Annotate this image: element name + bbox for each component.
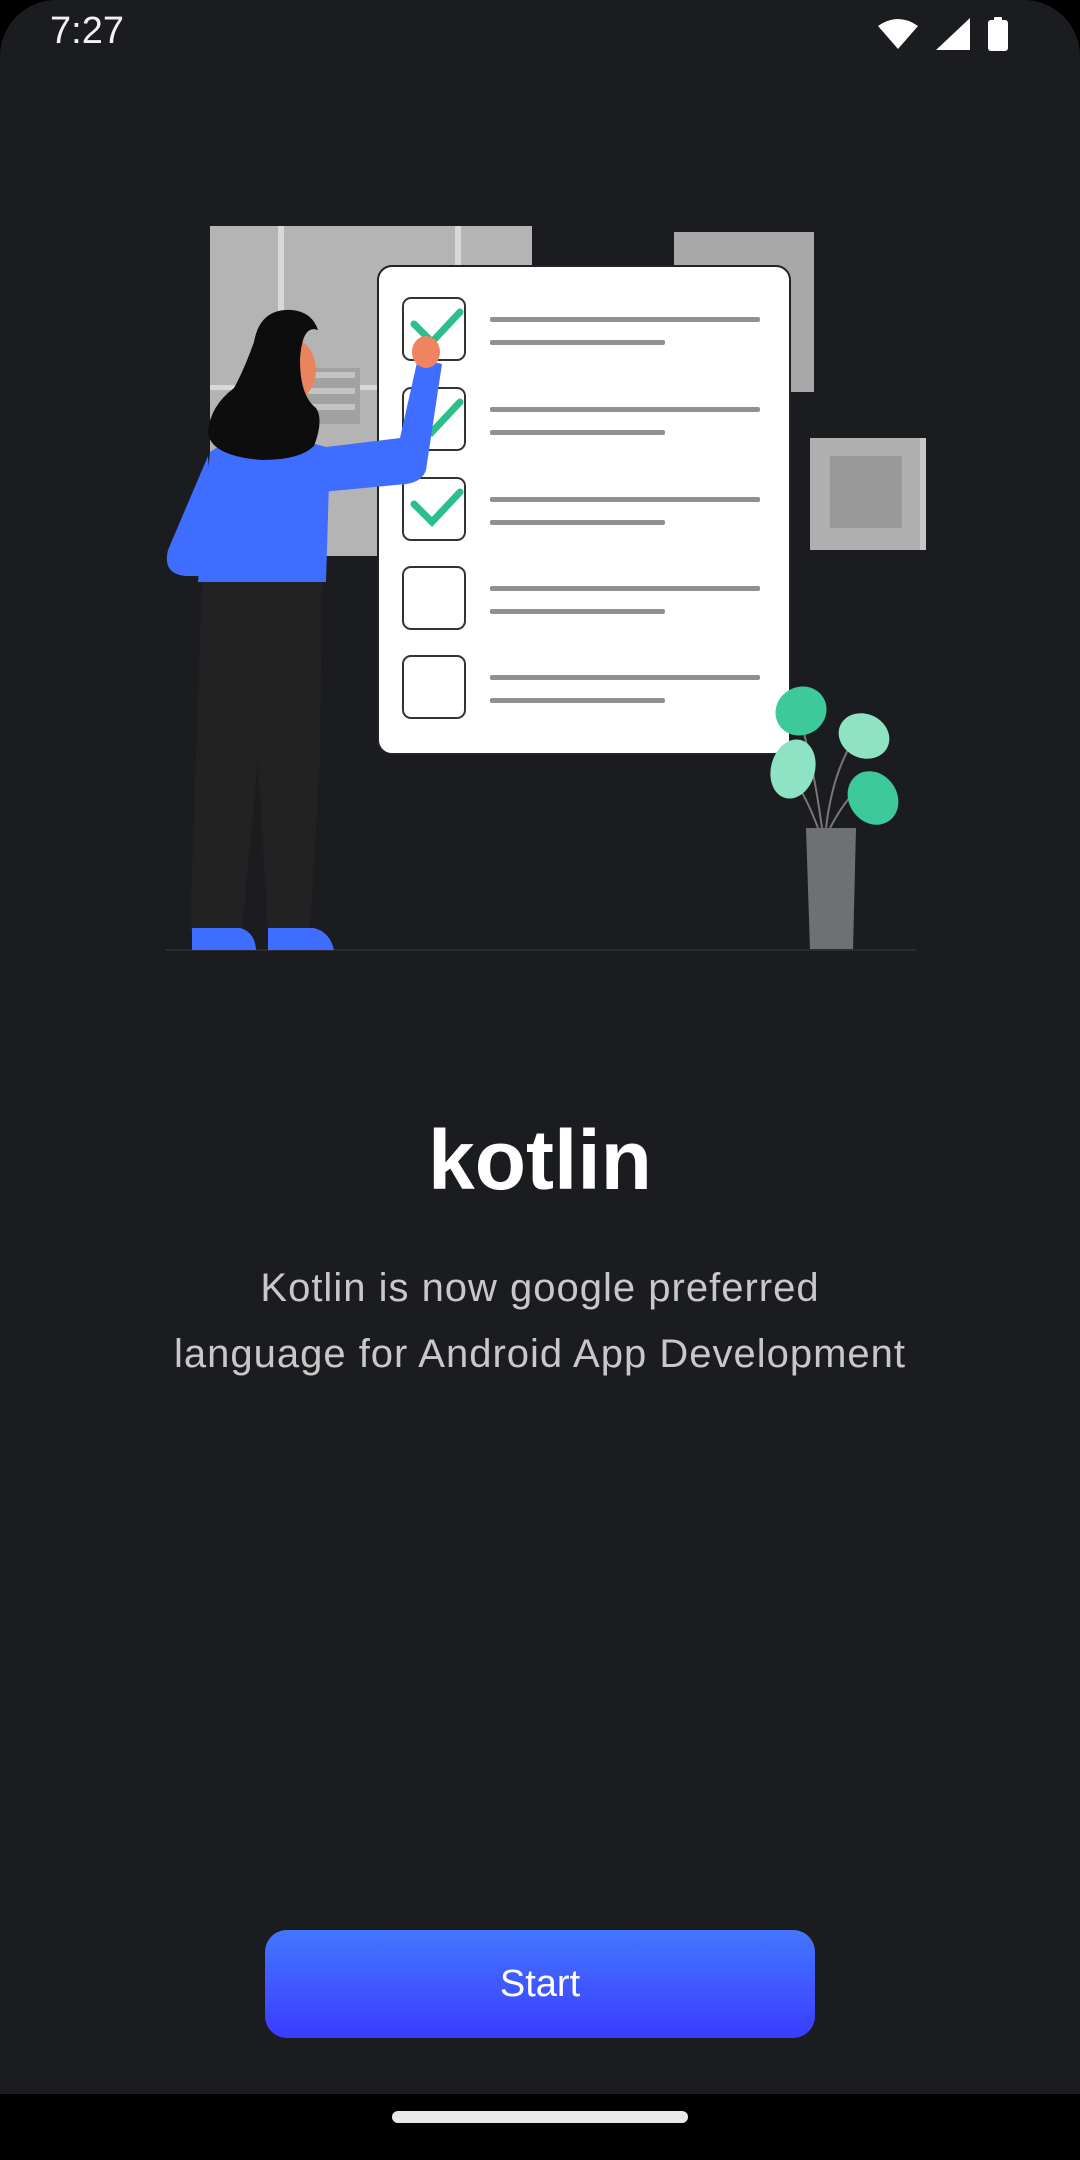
navigation-bar — [0, 2094, 1080, 2160]
status-bar: 7:27 — [0, 0, 1080, 68]
app-screen: 7:27 kotlin Kotlin is now google preferr… — [0, 0, 1080, 2160]
home-indicator[interactable] — [392, 2111, 688, 2123]
status-time: 7:27 — [50, 10, 124, 52]
picture-frame — [810, 438, 926, 550]
checklist-board — [377, 265, 791, 755]
onboarding-illustration — [166, 226, 926, 951]
status-icons — [878, 16, 1008, 52]
cellular-signal-icon — [936, 18, 970, 50]
potted-plant — [770, 686, 899, 950]
start-button-label: Start — [499, 1962, 581, 2005]
description-line-1: Kotlin is now google preferred — [260, 1266, 820, 1310]
description-line-2: language for Android App Development — [173, 1332, 907, 1376]
battery-icon — [988, 17, 1008, 51]
page-description: Kotlin is now google preferred language … — [120, 1255, 960, 1387]
start-button[interactable]: Start — [265, 1930, 815, 2038]
page-title: kotlin — [428, 1113, 652, 1207]
wifi-icon — [878, 19, 918, 49]
